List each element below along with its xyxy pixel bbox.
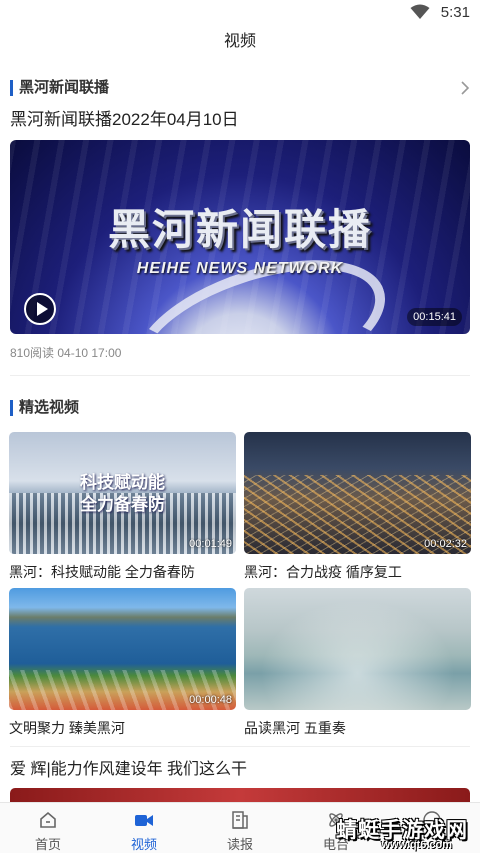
tab-home[interactable]: 首页 (0, 803, 96, 853)
video-camera-icon (135, 815, 153, 826)
article-title[interactable]: 爱 辉|能力作风建设年 我们这么干 (10, 758, 247, 782)
overlay-line: 科技赋动能 (80, 473, 165, 492)
status-bar: 5:31 (0, 0, 480, 26)
video-thumbnail[interactable]: 00:00:48 (9, 588, 236, 710)
play-button[interactable] (24, 293, 56, 325)
section-accent-bar (10, 80, 13, 96)
video-card[interactable]: 00:02:32 黑河：合力战疫 循序复工 (244, 432, 471, 582)
wifi-icon (410, 4, 430, 19)
watermark-url: www.qt6.com (381, 839, 453, 851)
watermark: 蜻蜓手游戏网 www.qt6.com (302, 812, 472, 852)
video-duration: 00:01:49 (189, 538, 232, 550)
video-title[interactable]: 文明聚力 臻美黑河 (9, 718, 236, 738)
video-duration: 00:15:41 (407, 308, 462, 326)
tab-label: 首页 (34, 837, 61, 852)
divider (10, 375, 470, 376)
divider (10, 746, 470, 747)
video-title[interactable]: 品读黑河 五重奏 (244, 718, 471, 738)
overlay-line: 全力备春防 (80, 495, 165, 514)
chevron-right-icon[interactable] (458, 80, 472, 96)
newspaper-icon (232, 811, 248, 829)
home-icon (40, 811, 56, 828)
thumbnail-overlay-text: 科技赋动能 全力备春防 (9, 472, 236, 516)
section-title: 精选视频 (19, 399, 80, 416)
video-duration: 00:00:48 (189, 694, 232, 706)
thumbnail-title-en: HEIHE NEWS NETWORK (136, 260, 344, 277)
video-thumbnail[interactable] (244, 588, 471, 710)
featured-video-thumbnail[interactable]: 黑河新闻联播 HEIHE NEWS NETWORK 00:15:41 (10, 140, 470, 334)
video-card[interactable]: 00:00:48 文明聚力 臻美黑河 (9, 588, 236, 738)
section-header-featured: 精选视频 (10, 396, 472, 420)
section-title: 黑河新闻联播 (19, 79, 110, 96)
video-thumbnail[interactable]: 科技赋动能 全力备春防 00:01:49 (9, 432, 236, 554)
page-title: 视频 (223, 33, 256, 50)
play-icon (37, 302, 48, 316)
tab-label: 视频 (130, 837, 157, 852)
section-header-news[interactable]: 黑河新闻联播 (10, 76, 472, 100)
tab-video[interactable]: 视频 (96, 803, 192, 853)
video-title[interactable]: 黑河：合力战疫 循序复工 (244, 562, 471, 582)
thumbnail-texture (244, 588, 471, 710)
thumbnail-title-cn: 黑河新闻联播 (107, 206, 372, 253)
video-duration: 00:02:32 (424, 538, 467, 550)
video-thumbnail[interactable]: 00:02:32 (244, 432, 471, 554)
article-image[interactable] (10, 788, 470, 802)
featured-video-title[interactable]: 黑河新闻联播2022年04月10日 (10, 108, 239, 132)
title-bar: 视频 (0, 26, 480, 58)
tab-newspaper[interactable]: 读报 (192, 803, 288, 853)
tab-label: 读报 (226, 837, 253, 852)
section-accent-bar (10, 400, 13, 416)
status-time: 5:31 (440, 4, 470, 21)
video-card[interactable]: 科技赋动能 全力备春防 00:01:49 黑河：科技赋动能 全力备春防 (9, 432, 236, 582)
featured-meta: 810阅读 04-10 17:00 (10, 346, 122, 360)
video-card[interactable]: 品读黑河 五重奏 (244, 588, 471, 738)
video-title[interactable]: 黑河：科技赋动能 全力备春防 (9, 562, 236, 582)
